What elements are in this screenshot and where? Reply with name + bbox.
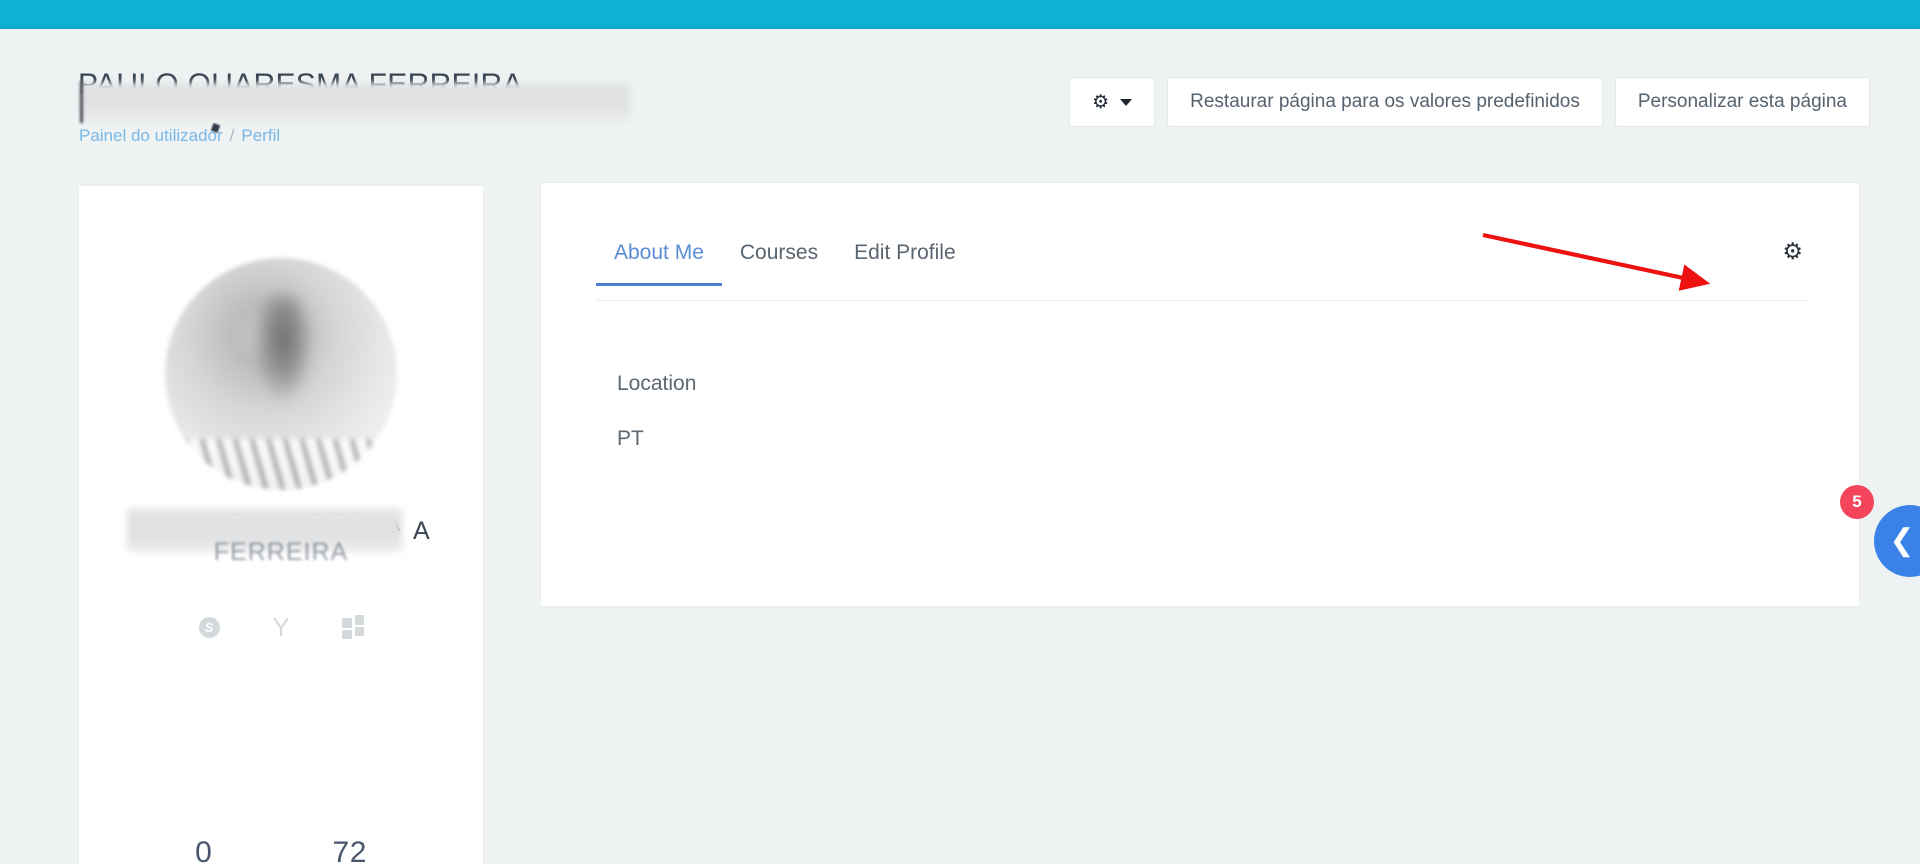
- stat-value-1: 72: [332, 836, 367, 864]
- about-me-location-label: Location: [617, 372, 697, 395]
- yahoo-icon-glyph: Y: [272, 612, 290, 642]
- stat-value-0: 0: [195, 836, 213, 864]
- tab-edit-profile[interactable]: Edit Profile: [836, 241, 974, 285]
- breadcrumb-item-dashboard[interactable]: Painel do utilizador: [79, 126, 223, 145]
- profile-display-name-second-line: FERREIRA: [213, 538, 349, 566]
- page-header: PAULO QUARESMA FERREIRA Painel do utiliz…: [0, 29, 1920, 159]
- page-root: PAULO QUARESMA FERREIRA Painel do utiliz…: [0, 0, 1920, 864]
- chat-unread-badge: 5: [1840, 485, 1874, 519]
- chat-bubble-icon: ❮: [1889, 524, 1915, 557]
- about-me-location-value: PT: [617, 427, 644, 450]
- profile-main-card: About Me Courses Edit Profile ⚙: [540, 182, 1860, 607]
- tab-courses[interactable]: Courses: [722, 241, 836, 285]
- page-settings-dropdown-button[interactable]: ⚙: [1069, 77, 1156, 127]
- header-actions: ⚙ Restaurar página para os valores prede…: [1069, 77, 1870, 127]
- page-title-redaction: [80, 83, 630, 121]
- breadcrumb-item-profile[interactable]: Perfil: [241, 126, 280, 145]
- profile-side-card: PAULO QUARESMA A FERREIRA S Y 0 72: [78, 185, 484, 864]
- chat-support-widget-button[interactable]: ❮: [1874, 505, 1920, 577]
- windows-icon-glyph: [342, 615, 364, 639]
- tab-about-me[interactable]: About Me: [596, 241, 722, 286]
- breadcrumb: Painel do utilizador / Perfil: [79, 125, 280, 147]
- skype-icon-glyph: S: [198, 616, 220, 638]
- chevron-down-icon: [1120, 98, 1133, 106]
- profile-tabs: About Me Courses Edit Profile: [596, 241, 974, 286]
- windows-icon[interactable]: [340, 614, 366, 640]
- gear-icon: ⚙: [1092, 91, 1110, 113]
- page-title-redaction-edge: [80, 81, 83, 123]
- profile-stats: 0 72: [79, 836, 483, 864]
- user-avatar-image[interactable]: [165, 258, 397, 490]
- top-accent-bar: [0, 0, 1920, 29]
- profile-social-links: S Y: [79, 614, 483, 640]
- skype-icon[interactable]: S: [196, 614, 222, 640]
- card-settings-gear-icon[interactable]: ⚙: [1782, 240, 1803, 263]
- tabs-divider: [596, 300, 1807, 301]
- reset-page-button[interactable]: Restaurar página para os valores predefi…: [1167, 77, 1603, 127]
- breadcrumb-separator: /: [229, 126, 235, 145]
- yahoo-icon[interactable]: Y: [268, 614, 294, 640]
- customize-page-button[interactable]: Personalizar esta página: [1614, 77, 1870, 127]
